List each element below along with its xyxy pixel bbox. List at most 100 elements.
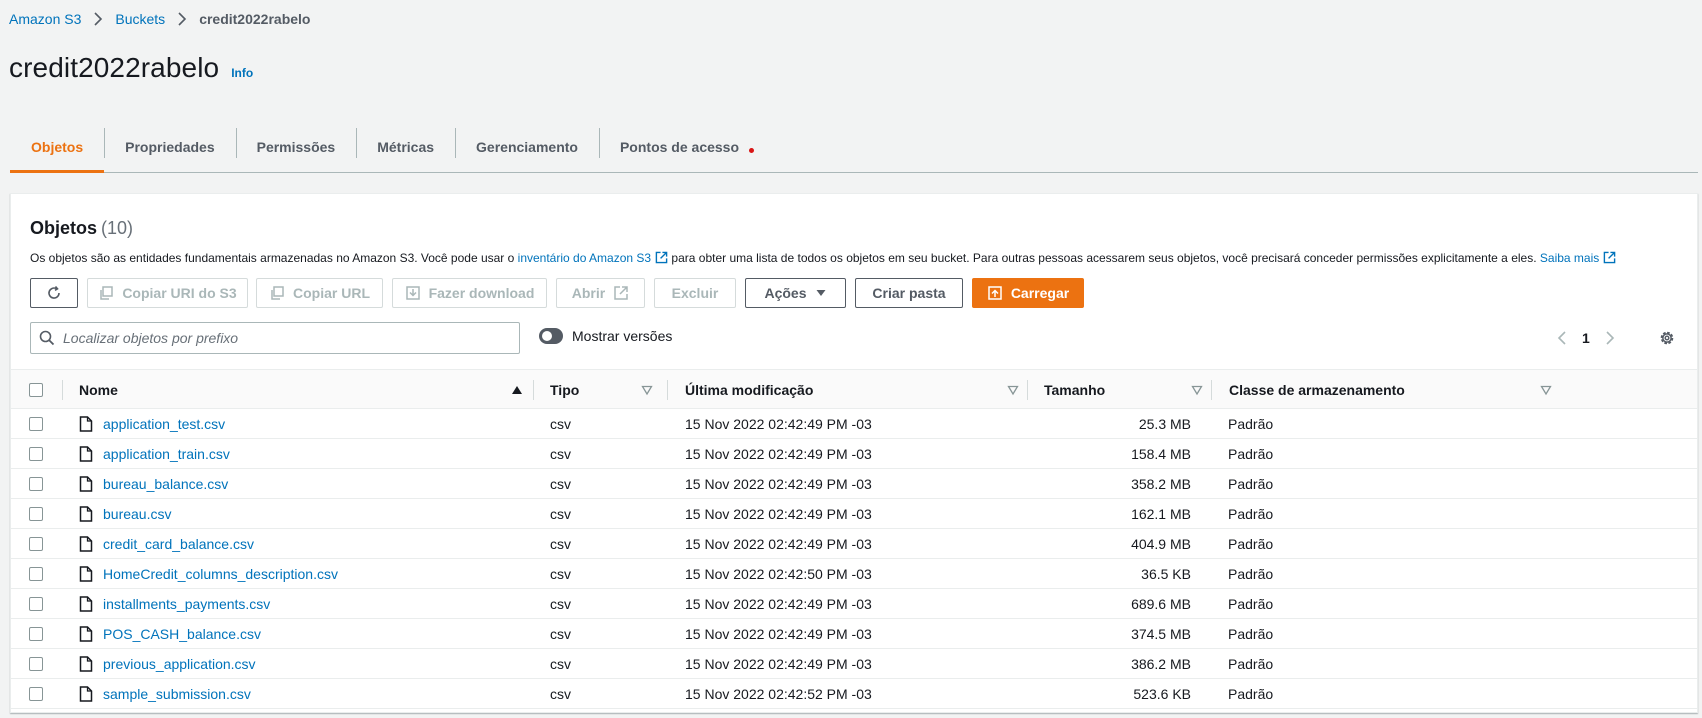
learn-more-link[interactable]: Saiba mais: [1540, 251, 1616, 265]
object-name-link[interactable]: previous_application.csv: [79, 649, 256, 678]
download-button[interactable]: Fazer download: [392, 278, 547, 308]
copy-s3-uri-button[interactable]: Copiar URI do S3: [87, 278, 248, 308]
tab-permissoes[interactable]: Permissões: [235, 122, 357, 172]
upload-label: Carregar: [1010, 285, 1070, 301]
show-versions-label: Mostrar versões: [572, 328, 673, 344]
object-name-link[interactable]: application_train.csv: [79, 439, 230, 468]
object-name-link[interactable]: application_test.csv: [79, 409, 225, 438]
row-select-cell: [29, 589, 43, 618]
row-checkbox[interactable]: [29, 656, 43, 671]
column-header-size[interactable]: Tamanho: [1044, 370, 1211, 409]
row-select-cell: [29, 529, 43, 558]
column-label-name: Nome: [79, 381, 118, 398]
column-header-modified[interactable]: Última modificação: [685, 370, 1027, 409]
table-row[interactable]: previous_application.csv csv 15 Nov 2022…: [11, 649, 1697, 679]
object-name-link[interactable]: sample_submission.csv: [79, 679, 251, 708]
object-name: bureau_balance.csv: [103, 475, 229, 492]
upload-button[interactable]: Carregar: [972, 278, 1084, 308]
tab-objetos[interactable]: Objetos: [10, 122, 105, 173]
object-size: 158.4 MB: [1131, 445, 1191, 462]
column-divider: [62, 380, 63, 400]
tab-metricas[interactable]: Métricas: [356, 122, 455, 172]
column-header-type[interactable]: Tipo: [550, 370, 661, 409]
object-modified: 15 Nov 2022 02:42:49 PM -03: [685, 505, 872, 522]
object-modified: 15 Nov 2022 02:42:49 PM -03: [685, 535, 872, 552]
object-name-link[interactable]: credit_card_balance.csv: [79, 529, 254, 558]
column-divider: [1211, 380, 1212, 400]
breadcrumb-amazon-s3[interactable]: Amazon S3: [9, 11, 81, 27]
row-checkbox[interactable]: [29, 626, 43, 641]
open-label: Abrir: [571, 285, 606, 301]
info-link[interactable]: Info: [231, 66, 253, 80]
show-versions-toggle[interactable]: [539, 328, 563, 344]
object-name-link[interactable]: POS_CASH_balance.csv: [79, 619, 261, 648]
create-folder-button[interactable]: Criar pasta: [855, 278, 963, 308]
object-storage-class: Padrão: [1228, 565, 1274, 582]
delete-button[interactable]: Excluir: [654, 278, 736, 308]
current-page[interactable]: 1: [1582, 330, 1590, 346]
upload-icon: [988, 286, 1002, 300]
table-row[interactable]: application_test.csv csv 15 Nov 2022 02:…: [11, 409, 1697, 439]
table-row[interactable]: application_train.csv csv 15 Nov 2022 02…: [11, 439, 1697, 469]
table-row[interactable]: credit_card_balance.csv csv 15 Nov 2022 …: [11, 529, 1697, 559]
download-label: Fazer download: [428, 285, 535, 301]
tab-gerenciamento[interactable]: Gerenciamento: [455, 122, 599, 172]
table-row[interactable]: HomeCredit_columns_description.csv csv 1…: [11, 559, 1697, 589]
file-icon: [79, 595, 93, 612]
object-name-link[interactable]: bureau_balance.csv: [79, 469, 228, 498]
row-checkbox[interactable]: [29, 686, 43, 701]
table-row[interactable]: bureau.csv csv 15 Nov 2022 02:42:49 PM -…: [11, 499, 1697, 529]
inventory-link[interactable]: inventário do Amazon S3: [518, 251, 668, 265]
column-divider: [533, 380, 534, 400]
object-name-link[interactable]: bureau.csv: [79, 499, 171, 528]
table-row[interactable]: bureau_balance.csv csv 15 Nov 2022 02:42…: [11, 469, 1697, 499]
row-checkbox[interactable]: [29, 506, 43, 521]
create-folder-label: Criar pasta: [872, 285, 946, 301]
inventory-link-label: inventário do Amazon S3: [517, 251, 652, 265]
object-name-link[interactable]: HomeCredit_columns_description.csv: [79, 559, 338, 588]
row-checkbox[interactable]: [29, 416, 43, 431]
file-icon: [79, 655, 93, 672]
column-header-storage-class[interactable]: Classe de armazenamento: [1229, 370, 1560, 409]
refresh-button[interactable]: [30, 278, 78, 308]
file-icon: [79, 475, 93, 492]
object-storage-class: Padrão: [1228, 595, 1274, 612]
object-type: csv: [550, 475, 571, 492]
row-checkbox[interactable]: [29, 476, 43, 491]
sort-icon: [1540, 385, 1552, 396]
breadcrumb-buckets[interactable]: Buckets: [115, 11, 165, 27]
object-modified: 15 Nov 2022 02:42:52 PM -03: [685, 685, 872, 702]
row-checkbox[interactable]: [29, 566, 43, 581]
chevron-left-icon[interactable]: [1556, 330, 1568, 346]
object-size: 25.3 MB: [1138, 415, 1191, 432]
tab-label: Permissões: [256, 139, 336, 155]
object-size: 523.6 KB: [1133, 685, 1191, 702]
page-title: credit2022rabelo: [9, 52, 220, 83]
object-name: previous_application.csv: [103, 655, 256, 672]
tab-pontos-de-acesso[interactable]: Pontos de acesso: [598, 122, 775, 172]
actions-dropdown[interactable]: Ações: [745, 278, 846, 308]
select-all-checkbox[interactable]: [29, 382, 43, 397]
table-row[interactable]: sample_submission.csv csv 15 Nov 2022 02…: [11, 679, 1697, 709]
copy-s3-uri-label: Copiar URI do S3: [122, 285, 237, 301]
search-field[interactable]: [30, 322, 520, 354]
open-button[interactable]: Abrir: [556, 278, 645, 308]
copy-url-button[interactable]: Copiar URL: [256, 278, 383, 308]
row-checkbox[interactable]: [29, 536, 43, 551]
table-header: Nome Tipo Última modificação Tamanho Cla…: [11, 369, 1697, 409]
tab-propriedades[interactable]: Propriedades: [104, 122, 235, 172]
chevron-right-icon[interactable]: [1604, 330, 1616, 346]
search-input[interactable]: [63, 330, 503, 346]
table-row[interactable]: POS_CASH_balance.csv csv 15 Nov 2022 02:…: [11, 619, 1697, 649]
row-checkbox[interactable]: [29, 446, 43, 461]
row-checkbox[interactable]: [29, 596, 43, 611]
chevron-right-icon: [93, 12, 103, 26]
gear-icon[interactable]: [1658, 329, 1676, 347]
tab-label: Pontos de acesso: [619, 139, 740, 155]
table-row[interactable]: installments_payments.csv csv 15 Nov 202…: [11, 589, 1697, 619]
pagination: 1: [1556, 322, 1616, 354]
object-name-link[interactable]: installments_payments.csv: [79, 589, 270, 618]
row-select-cell: [29, 619, 43, 648]
column-header-name[interactable]: Nome: [79, 370, 531, 409]
desc-text-2: para obter uma lista de todos os objetos…: [671, 251, 1537, 265]
